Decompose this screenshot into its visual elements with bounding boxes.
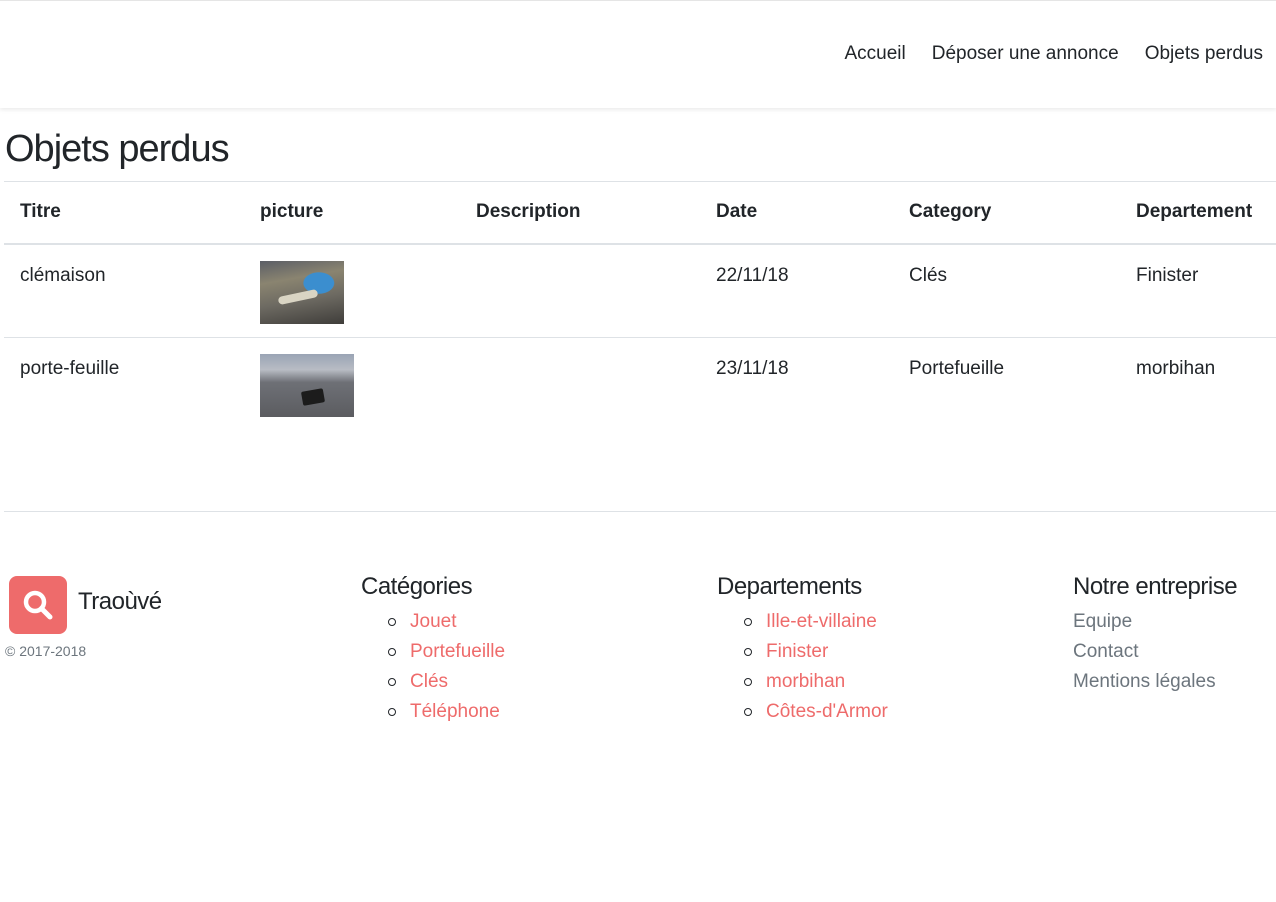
footer-link-mentions-legales[interactable]: Mentions légales [1073, 671, 1216, 692]
cell-description [460, 338, 700, 432]
footer-departement-link[interactable]: morbihan [766, 671, 845, 692]
footer-departement-item[interactable]: Ille-et-villaine [744, 607, 888, 637]
header-picture: picture [244, 181, 460, 245]
footer-departements-list: Ille-et-villaine Finister morbihan Côtes… [717, 607, 888, 727]
footer-entreprise-heading: Notre entreprise [1073, 573, 1238, 600]
keys-photo [260, 260, 344, 324]
footer-categories: Catégories Jouet Portefueille Clés Télép… [361, 573, 505, 727]
cell-titre: clémaison [4, 243, 244, 338]
cell-departement: morbihan [1136, 358, 1216, 379]
top-navbar: Accueil Déposer une annonce Objets perdu… [0, 0, 1276, 108]
brand-logo[interactable] [9, 576, 67, 634]
search-icon [23, 590, 53, 620]
header-departement: Departement [1120, 181, 1276, 245]
page-title: Objets perdus [5, 128, 230, 170]
header-date: Date [700, 181, 893, 245]
footer-departements: Departements Ille-et-villaine Finister m… [717, 573, 888, 727]
footer-departement-link[interactable]: Ille-et-villaine [766, 611, 877, 632]
header-titre: Titre [4, 181, 244, 245]
cell-titre: porte-feuille [20, 358, 120, 379]
cell-departement: Finister [1120, 243, 1276, 338]
footer-departement-link[interactable]: Côtes-d'Armor [766, 701, 888, 722]
cell-picture [244, 243, 460, 338]
footer-entreprise-list: Equipe Contact Mentions légales [1073, 607, 1237, 697]
footer-departement-item[interactable]: Côtes-d'Armor [744, 697, 888, 727]
footer-category-link[interactable]: Jouet [410, 611, 456, 632]
footer-departement-item[interactable]: Finister [744, 637, 888, 667]
footer-link-equipe[interactable]: Equipe [1073, 611, 1132, 632]
cell-picture [244, 338, 460, 432]
nav-link-deposer-annonce[interactable]: Déposer une annonce [932, 43, 1119, 65]
table-row: clémaison 22/11/18 Clés Finister [4, 243, 1276, 338]
lost-items-table-wrapper: Titre picture Description Date Category … [4, 181, 1276, 432]
footer-divider [4, 511, 1276, 512]
cell-category: Clés [893, 243, 1120, 338]
footer-entreprise: Notre entreprise Equipe Contact Mentions… [1073, 573, 1238, 697]
lost-items-table: Titre picture Description Date Category … [4, 181, 1276, 432]
header-category: Category [893, 181, 1120, 245]
footer-entreprise-item[interactable]: Equipe [1073, 607, 1237, 637]
footer-category-link[interactable]: Clés [410, 671, 448, 692]
footer-departement-item[interactable]: morbihan [744, 667, 888, 697]
footer-category-item[interactable]: Clés [387, 667, 505, 697]
footer-category-item[interactable]: Portefueille [387, 637, 505, 667]
cell-date: 22/11/18 [700, 243, 893, 338]
brand-name: Traoùvé [78, 588, 162, 615]
footer-category-link[interactable]: Portefueille [410, 641, 505, 662]
cell-date: 23/11/18 [716, 358, 789, 379]
footer-link-contact[interactable]: Contact [1073, 641, 1138, 662]
cell-category: Portefueille [909, 358, 1005, 379]
footer-departement-link[interactable]: Finister [766, 641, 828, 662]
footer-entreprise-item[interactable]: Contact [1073, 637, 1237, 667]
footer-categories-heading: Catégories [361, 573, 473, 600]
footer-category-item[interactable]: Téléphone [387, 697, 505, 727]
nav-link-accueil[interactable]: Accueil [844, 43, 905, 65]
footer-category-item[interactable]: Jouet [387, 607, 505, 637]
nav-link-objets-perdus[interactable]: Objets perdus [1145, 43, 1263, 65]
table-row: porte-feuille 23/11/18 Portefueille morb… [4, 338, 1276, 432]
footer-entreprise-item[interactable]: Mentions légales [1073, 667, 1237, 697]
table-header-row: Titre picture Description Date Category … [4, 181, 1276, 245]
cell-description [460, 243, 700, 338]
footer-departements-heading: Departements [717, 573, 862, 600]
nav-links: Accueil Déposer une annonce Objets perdu… [818, 43, 1263, 65]
header-description: Description [460, 181, 700, 245]
footer-categories-list: Jouet Portefueille Clés Téléphone [361, 607, 505, 727]
copyright: © 2017-2018 [5, 643, 87, 659]
wallet-photo [260, 354, 354, 417]
footer-category-link[interactable]: Téléphone [410, 701, 500, 722]
